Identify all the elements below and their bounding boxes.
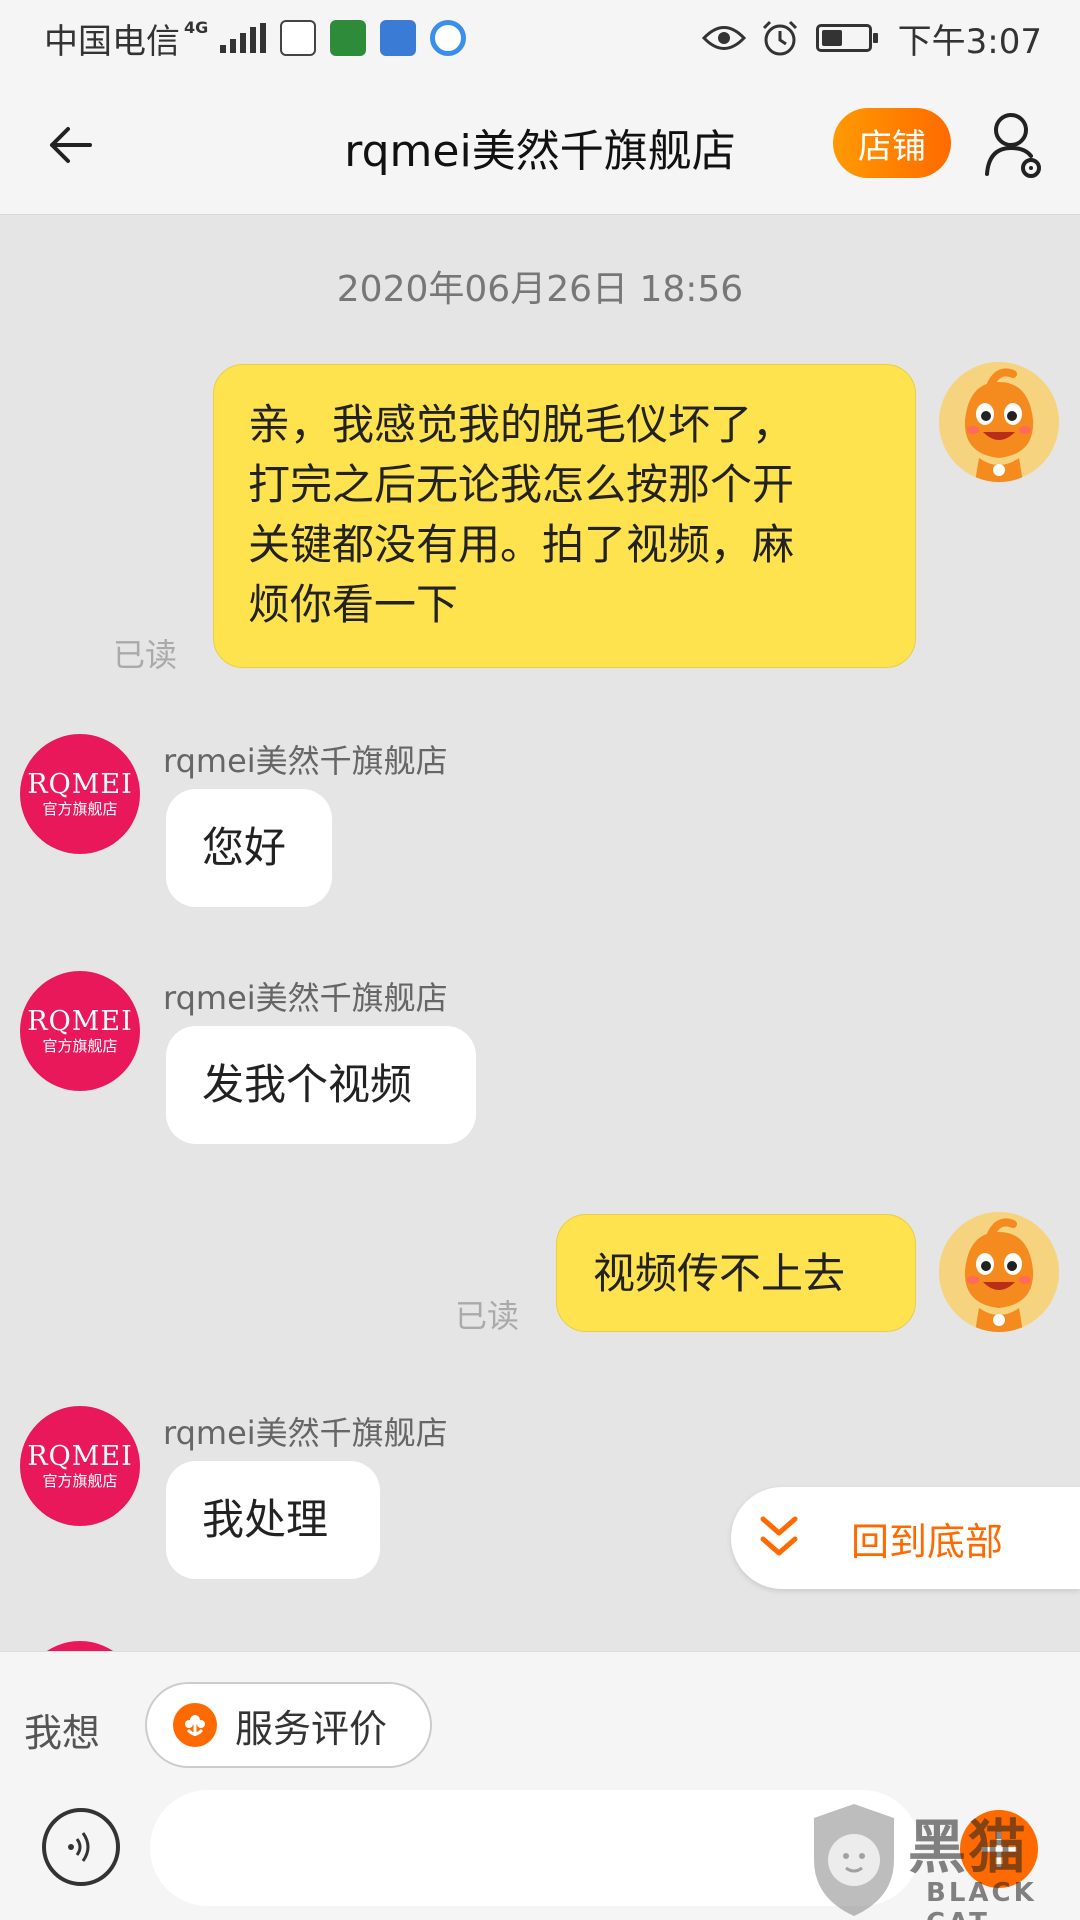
shop-avatar[interactable]: RQMEI 官方旗舰店 (20, 971, 140, 1091)
shop-message-bubble[interactable]: 发我个视频 (166, 1026, 476, 1144)
user-settings-button[interactable] (985, 110, 1045, 180)
sender-name: rqmei美然千旗舰店 (163, 1414, 448, 1452)
message-timestamp: 2020年06月26日 18:56 (336, 269, 744, 310)
network-type: 4G (184, 18, 209, 37)
shop-avatar-sub: 官方旗舰店 (42, 800, 118, 818)
voice-icon (68, 1832, 90, 1862)
carrier-label: 中国电信 (44, 21, 180, 62)
chat-area[interactable]: 2020年06月26日 18:56 亲，我感觉我的脱毛仪坏了， 打完之后无论我怎… (0, 216, 1080, 1651)
clock: 下午3:07 (897, 21, 1042, 62)
my-avatar[interactable] (939, 1212, 1059, 1332)
wish-label: 我想 (24, 1711, 101, 1755)
browser-icon (430, 20, 467, 56)
my-message-bubble[interactable]: 视频传不上去 (556, 1214, 916, 1332)
mascot-icon (939, 1212, 1059, 1332)
shop-avatar-sub: 官方旗舰店 (42, 1037, 118, 1055)
eye-icon (701, 26, 746, 50)
user-settings-icon (985, 113, 1041, 178)
shop-avatar[interactable]: RQMEI 官方旗舰店 (20, 734, 140, 854)
shop-message-bubble[interactable]: 您好 (166, 789, 332, 907)
signal-icon (220, 23, 267, 53)
sender-name: rqmei美然千旗舰店 (163, 1643, 448, 1651)
blue-app-icon (380, 20, 417, 56)
message-text: 视频传不上去 (593, 1249, 846, 1298)
shop-avatar-brand: RQMEI (27, 1006, 133, 1037)
message-line: 烦你看一下 (248, 580, 459, 629)
pay-app-icon (280, 20, 317, 56)
sender-name: rqmei美然千旗舰店 (163, 742, 448, 780)
back-to-bottom-button[interactable]: 回到底部 (731, 1487, 1080, 1589)
my-avatar[interactable] (939, 362, 1059, 482)
message-line: 亲，我感觉我的脱毛仪坏了， (248, 400, 795, 449)
alarm-icon (762, 20, 797, 56)
read-status: 已读 (455, 1297, 520, 1335)
watermark-text: 黑猫 (908, 1813, 1029, 1881)
shop-message-bubble[interactable]: 我处理 (166, 1461, 380, 1579)
message-text: 我处理 (202, 1495, 329, 1544)
service-review-label: 服务评价 (235, 1706, 388, 1751)
shop-avatar-brand: RQMEI (27, 769, 133, 800)
message-line: 打完之后无论我怎么按那个开 (248, 460, 795, 509)
black-cat-watermark: 黑猫 BLACK CAT (808, 1800, 1080, 1920)
watermark-subtext: BLACK CAT (926, 1878, 1037, 1920)
message-line: 关键都没有用。拍了视频，麻 (248, 520, 795, 569)
sender-name: rqmei美然千旗舰店 (163, 979, 448, 1017)
service-review-button[interactable]: 服务评价 (145, 1682, 432, 1768)
mascot-icon (939, 362, 1059, 482)
shop-avatar-sub: 官方旗舰店 (42, 1472, 118, 1490)
read-status: 已读 (113, 636, 178, 674)
shop-avatar[interactable]: RQMEI 官方旗舰店 (20, 1406, 140, 1526)
message-text: 发我个视频 (202, 1060, 413, 1109)
my-message-bubble[interactable]: 亲，我感觉我的脱毛仪坏了， 打完之后无论我怎么按那个开 关键都没有用。拍了视频，… (213, 364, 916, 668)
status-bar: 中国电信 4G 下午3:07 (0, 0, 1080, 75)
shop-avatar[interactable] (20, 1641, 140, 1651)
double-chevron-down-icon (760, 1516, 798, 1556)
message-text: 您好 (202, 823, 287, 872)
battery-icon (815, 24, 878, 52)
back-to-bottom-label: 回到底部 (851, 1519, 1004, 1564)
chat-header: rqmei美然千旗舰店 店铺 (0, 75, 1080, 215)
shop-button[interactable]: 店铺 (833, 108, 951, 178)
shop-avatar-brand: RQMEI (27, 1441, 133, 1472)
voice-button[interactable] (42, 1808, 120, 1886)
green-app-icon (330, 20, 367, 56)
message-input[interactable] (150, 1790, 920, 1906)
shield-cat-logo-icon (814, 1804, 894, 1916)
flower-icon (173, 1703, 217, 1747)
